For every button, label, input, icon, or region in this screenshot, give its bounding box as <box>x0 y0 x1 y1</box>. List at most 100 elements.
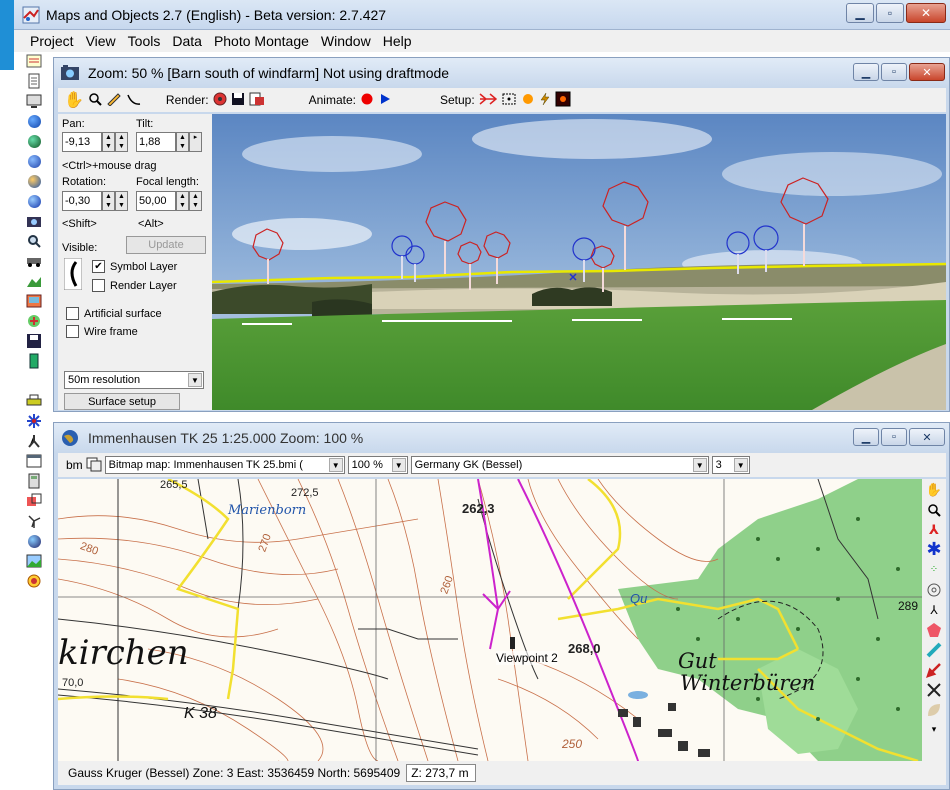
tree-diagram-icon[interactable] <box>25 432 43 450</box>
render-layer-box[interactable] <box>92 279 105 292</box>
wire-frame-checkbox[interactable]: Wire frame <box>66 325 138 338</box>
curve-tool-icon[interactable] <box>126 92 142 109</box>
terrain-icon[interactable] <box>25 272 43 290</box>
hand-pan-icon[interactable]: ✋ <box>924 480 944 499</box>
view-direction-icon[interactable] <box>479 92 497 109</box>
polygon-tool-icon[interactable] <box>924 620 944 639</box>
search-map-icon[interactable] <box>25 232 43 250</box>
rotation-value[interactable]: -0,30 <box>62 191 102 211</box>
artificial-surface-checkbox[interactable]: Artificial surface <box>66 307 162 320</box>
lightning-icon[interactable] <box>539 92 551 109</box>
rotation-arrow-icon[interactable]: ▲ ▼ <box>115 191 128 211</box>
printer-icon[interactable] <box>25 392 43 410</box>
map-viewport[interactable]: kirchen Marienborn Gut Winterbüren Viewp… <box>58 479 922 761</box>
asterisk-tool-icon[interactable]: ✱ <box>924 539 944 559</box>
bm-label[interactable]: bm <box>66 458 83 472</box>
scatter-tool-icon[interactable]: ⁘ <box>924 560 944 579</box>
grid-points-icon[interactable] <box>501 92 517 109</box>
symbol-layer-checkbox[interactable]: ✔ Symbol Layer <box>92 260 177 273</box>
pen-tool-icon[interactable] <box>106 92 122 109</box>
pan-value[interactable]: -9,13 <box>62 132 102 152</box>
tilt-value[interactable]: 1,88 <box>136 132 176 152</box>
toggle-curve-icon[interactable] <box>63 257 83 293</box>
chevron-down-icon[interactable]: ▼ <box>188 373 202 387</box>
pan-step-icon[interactable]: ▲ ▼ <box>102 132 115 152</box>
surface-setup-button[interactable]: Surface setup <box>64 393 180 410</box>
window-icon[interactable] <box>25 452 43 470</box>
zone-select[interactable]: 3 ▼ <box>711 456 750 474</box>
pan-spinner[interactable]: -9,13 ▲ ▼ ▲ ▼ <box>62 132 128 152</box>
target-icon[interactable] <box>25 572 43 590</box>
artificial-surface-box[interactable] <box>66 307 79 320</box>
zone-chevron-icon[interactable]: ▼ <box>733 458 748 472</box>
hand-tool-icon[interactable]: ✋ <box>64 90 84 110</box>
menu-tools[interactable]: Tools <box>128 33 161 49</box>
photo-minimize-button[interactable]: ▁ <box>853 63 879 81</box>
render-icon[interactable] <box>25 312 43 330</box>
landscape-icon[interactable] <box>25 552 43 570</box>
maximize-button[interactable]: ▫ <box>876 3 904 23</box>
rotation-step-icon[interactable]: ▲ ▼ <box>102 191 115 211</box>
crosshair-target-icon[interactable] <box>924 580 944 599</box>
projection-select[interactable]: Germany GK (Bessel) ▼ <box>410 456 709 474</box>
symbol-layer-check-icon[interactable]: ✔ <box>92 260 105 273</box>
wire-frame-box[interactable] <box>66 325 79 338</box>
leaf-tool-icon[interactable] <box>924 700 944 719</box>
menu-window[interactable]: Window <box>321 33 371 49</box>
close-button[interactable]: ✕ <box>906 3 946 23</box>
save-render-icon[interactable] <box>231 92 245 109</box>
map-select-chevron-icon[interactable]: ▼ <box>328 458 343 472</box>
tilt-end-icon[interactable]: ▸ <box>189 132 202 152</box>
photo-maximize-button[interactable]: ▫ <box>881 63 907 81</box>
zoom-select[interactable]: 100 % ▼ <box>347 456 408 474</box>
render-layer-checkbox[interactable]: Render Layer <box>92 279 177 292</box>
monitor-icon[interactable] <box>25 92 43 110</box>
map-minimize-button[interactable]: ▁ <box>853 428 879 446</box>
save-icon[interactable] <box>25 332 43 350</box>
map-select[interactable]: Bitmap map: Immenhausen TK 25.bmi ( ▼ <box>104 456 345 474</box>
project-icon[interactable] <box>25 52 43 70</box>
globe-icon[interactable] <box>25 112 43 130</box>
globe-settings-icon[interactable] <box>25 192 43 210</box>
branch-tool-icon[interactable]: ⅄ <box>924 600 944 619</box>
objects-icon[interactable] <box>25 492 43 510</box>
split-tool-icon[interactable]: ⅄ <box>924 520 944 539</box>
focal-spinner[interactable]: 50,00 ▲ ▼ ▲ ▼ <box>136 191 202 211</box>
rotation-spinner[interactable]: -0,30 ▲ ▼ ▲ ▼ <box>62 191 128 211</box>
globe-layers-icon[interactable] <box>25 152 43 170</box>
focal-arrow-icon[interactable]: ▲ ▼ <box>189 191 202 211</box>
map-close-button[interactable]: ✕ <box>909 428 945 446</box>
photo-viewport[interactable] <box>212 114 946 410</box>
export-render-icon[interactable] <box>249 92 265 109</box>
render-start-icon[interactable] <box>213 92 227 109</box>
menu-view[interactable]: View <box>86 33 116 49</box>
document-icon[interactable] <box>25 72 43 90</box>
scroll-down-icon[interactable]: ▾ <box>924 720 944 739</box>
map-maximize-button[interactable]: ▫ <box>881 428 907 446</box>
tilt-step-icon[interactable]: ▲ ▼ <box>176 132 189 152</box>
record-icon[interactable] <box>360 92 374 109</box>
update-button[interactable]: Update <box>126 236 206 254</box>
minimize-button[interactable]: ▁ <box>846 3 874 23</box>
menu-help[interactable]: Help <box>383 33 412 49</box>
sun-icon[interactable] <box>521 92 535 109</box>
arrow-tool-icon[interactable] <box>924 660 944 679</box>
play-icon[interactable] <box>378 92 392 109</box>
resolution-select[interactable]: 50m resolution ▼ <box>64 371 204 389</box>
projection-chevron-icon[interactable]: ▼ <box>692 458 707 472</box>
menu-data[interactable]: Data <box>172 33 202 49</box>
zoom-tool-icon[interactable] <box>88 92 102 109</box>
photo-icon[interactable] <box>25 292 43 310</box>
tilt-spinner[interactable]: 1,88 ▲ ▼ ▸ <box>136 132 202 152</box>
cross-tool-icon[interactable] <box>924 680 944 699</box>
vehicle-icon[interactable] <box>25 252 43 270</box>
focal-step-icon[interactable]: ▲ ▼ <box>176 191 189 211</box>
zoom-icon[interactable] <box>924 500 944 519</box>
menu-project[interactable]: Project <box>30 33 74 49</box>
pan-arrow-icon[interactable]: ▲ ▼ <box>115 132 128 152</box>
focal-value[interactable]: 50,00 <box>136 191 176 211</box>
globe-network-icon[interactable] <box>25 132 43 150</box>
globe-world-icon[interactable] <box>25 532 43 550</box>
zoom-chevron-icon[interactable]: ▼ <box>391 458 406 472</box>
frame-icon[interactable] <box>555 91 571 110</box>
